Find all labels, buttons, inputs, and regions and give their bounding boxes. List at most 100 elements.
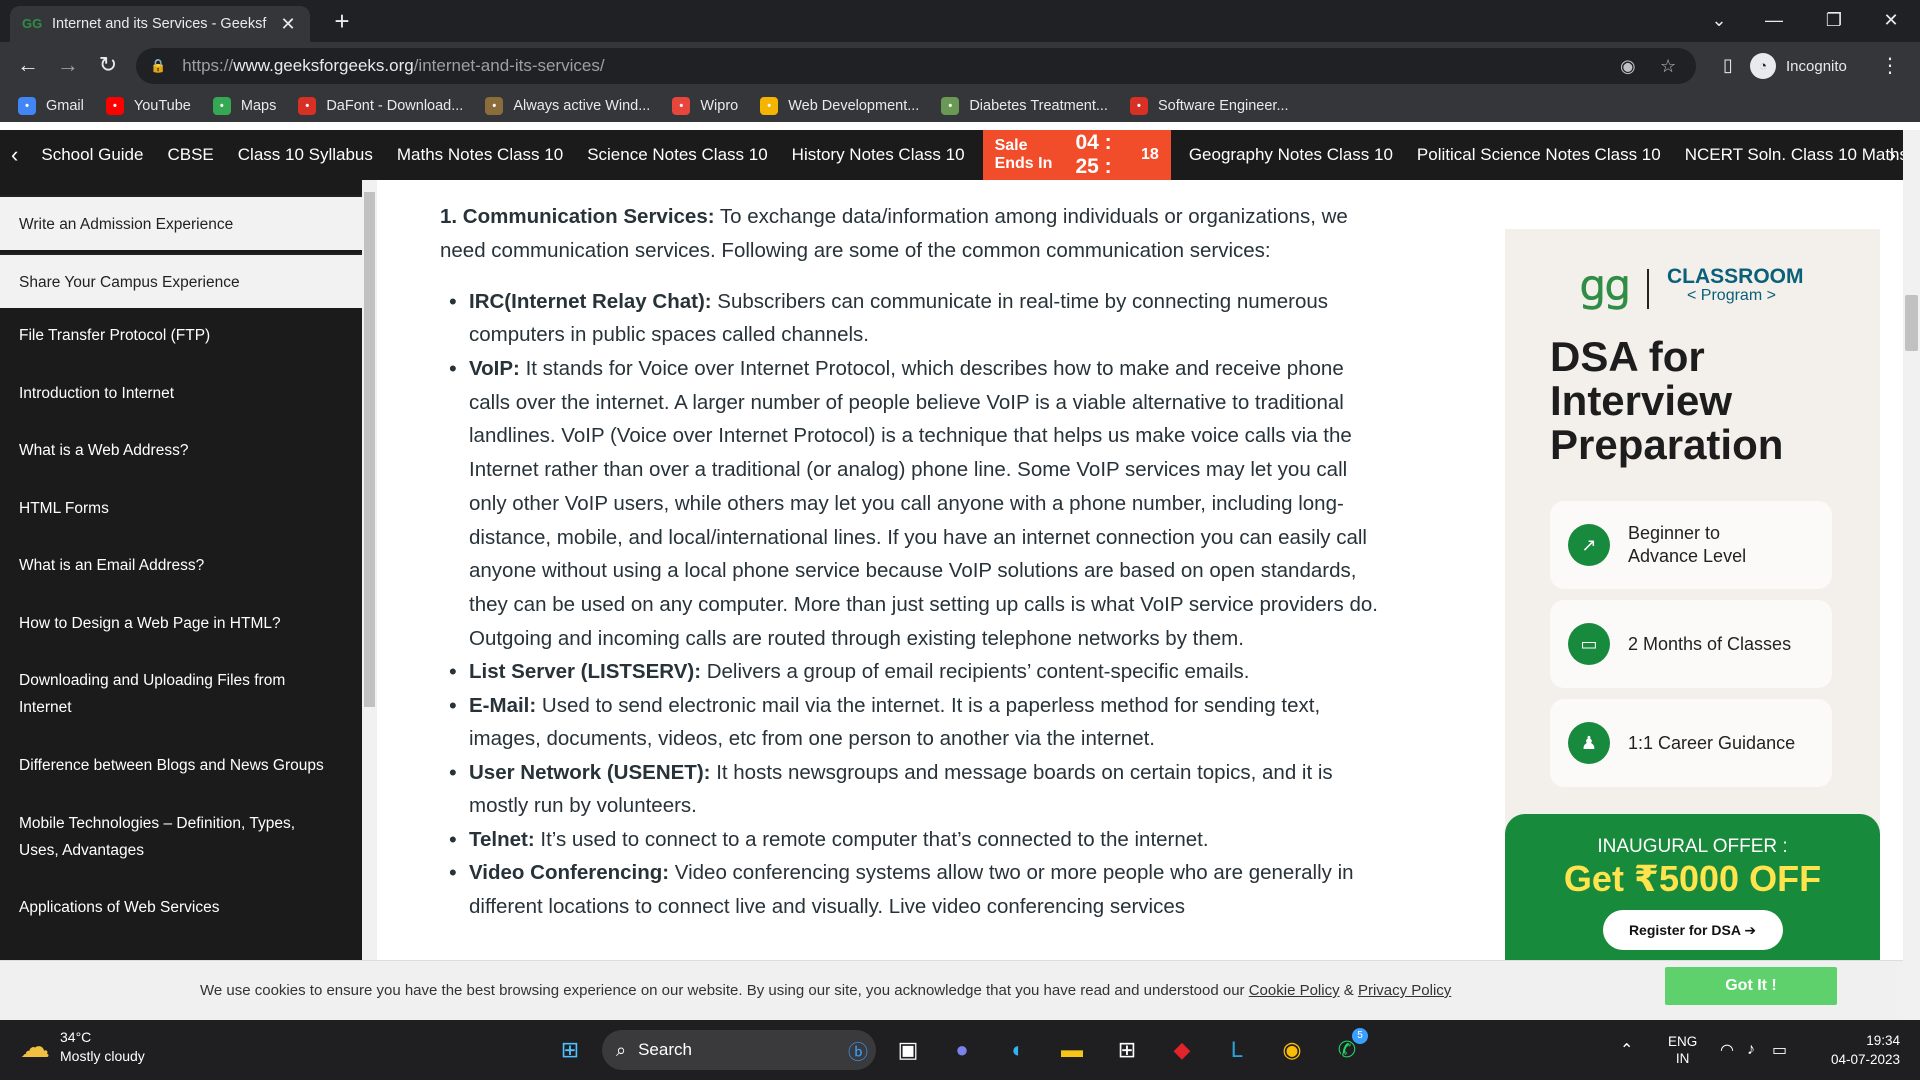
weather-condition: Mostly cloudy (60, 1048, 145, 1064)
cloud-sun-icon: ☁ (20, 1030, 50, 1064)
task-view-icon[interactable]: ▣ (888, 1030, 928, 1070)
bookmark-item[interactable]: • DaFont - Download... (298, 97, 463, 115)
forward-icon[interactable]: → (52, 50, 84, 82)
sidebar-item[interactable]: Applications of Web Services (0, 894, 362, 921)
wifi-icon[interactable]: ◠ (1720, 1020, 1734, 1080)
sidebar-item[interactable]: Introduction to Internet (0, 380, 362, 407)
list-item: VoIP: It stands for Voice over Internet … (449, 352, 1389, 655)
restore-button[interactable]: ❐ (1805, 0, 1863, 42)
bookmarks-bar: • Gmail • YouTube • Maps • DaFont - Download...… (0, 90, 1920, 122)
subnav-item[interactable]: Maths Notes Class 10 (385, 145, 575, 165)
got-it-button[interactable]: Got It ! (1665, 967, 1837, 1005)
subnav-item[interactable]: Science Notes Class 10 (575, 145, 779, 165)
dsa-course-ad[interactable]: ꞬꞬ CLASSROOM < Program > DSA for Intervi… (1505, 229, 1880, 960)
bookmark-item[interactable]: • Gmail (18, 97, 84, 115)
chrome-icon[interactable]: ◉ (1272, 1030, 1312, 1070)
sale-label: Sale Ends In (994, 137, 1053, 172)
ad-offer-amount: Get ₹5000 OFF (1563, 858, 1822, 899)
chevron-right-icon[interactable]: › (1889, 130, 1896, 180)
bookmark-item[interactable]: • Wipro (672, 97, 738, 115)
ad-title: DSA for Interview Preparation (1550, 333, 1784, 468)
bookmark-item[interactable]: • Maps (212, 97, 276, 115)
tracking-blocked-icon[interactable]: ◉ (1620, 48, 1636, 84)
clock[interactable]: 19:34 04-07-2023 (1816, 1020, 1900, 1080)
subnav-item[interactable]: Class 10 Syllabus (226, 145, 385, 165)
google-icon: • (18, 97, 36, 115)
page-scrollbar[interactable] (1903, 130, 1920, 1020)
subnav-item[interactable]: Geography Notes Class 10 (1177, 145, 1405, 165)
cookie-policy-link[interactable]: Cookie Policy (1249, 982, 1340, 999)
windows-start-icon[interactable]: ⊞ (550, 1030, 590, 1070)
address-bar[interactable]: 🔒 https://www.geeksforgeeks.org/internet… (136, 48, 1696, 84)
mcafee-icon[interactable]: ◆ (1162, 1030, 1202, 1070)
incognito-indicator[interactable]: ◔ Incognito (1750, 50, 1847, 82)
browser-menu-icon[interactable]: ⋮ (1880, 50, 1900, 82)
close-window-button[interactable]: ✕ (1862, 0, 1920, 42)
microsoft-store-icon[interactable]: ⊞ (1107, 1030, 1147, 1070)
reload-icon[interactable]: ↻ (92, 50, 124, 82)
sidebar-item[interactable]: Write an Admission Experience (0, 195, 362, 250)
bookmark-item[interactable]: • Software Engineer... (1129, 97, 1289, 115)
dafont-icon: • (298, 97, 317, 115)
sidebar-item[interactable]: Difference between Blogs and News Groups (0, 752, 362, 779)
battery-icon[interactable]: ▭ (1772, 1020, 1787, 1080)
sidebar-item[interactable]: File Transfer Protocol (FTP) (0, 322, 362, 349)
bookmark-star-icon[interactable]: ☆ (1660, 48, 1676, 84)
tab-search-icon[interactable]: ⌄ (1690, 0, 1748, 42)
site-subnav: ‹ School Guide CBSE Class 10 Syllabus Ma… (0, 130, 1920, 180)
bookmark-item[interactable]: • Always active Wind... (485, 97, 650, 115)
list-item: User Network (USENET): It hosts newsgrou… (449, 756, 1389, 823)
sidebar-scrollbar-thumb[interactable] (364, 192, 375, 707)
back-icon[interactable]: ← (12, 50, 44, 82)
sale-seconds: 18 (1141, 146, 1159, 163)
mentor-icon: ♟ (1568, 722, 1610, 764)
l-app-icon[interactable]: L (1217, 1030, 1257, 1070)
sale-timer: 04 : 25 : (1075, 131, 1112, 178)
sidebar-item[interactable]: Mobile Technologies – Definition, Types,… (0, 810, 330, 864)
ad-offer-label: INAUGURAL OFFER : (1597, 836, 1788, 857)
side-panel-icon[interactable]: ▯ (1712, 50, 1744, 82)
taskbar-search[interactable]: ⌕ Search ⓑ (602, 1030, 876, 1070)
sidebar-item[interactable]: What is a Web Address? (0, 437, 362, 464)
page-scrollbar-thumb[interactable] (1905, 295, 1918, 351)
gfg-logo-icon: ꞬꞬ (1580, 271, 1631, 309)
sale-countdown-banner[interactable]: Sale Ends In 04 : 25 : 18 (982, 130, 1171, 180)
language-indicator[interactable]: ENG IN (1668, 1020, 1697, 1080)
webdev-icon: • (760, 97, 779, 115)
sidebar-item[interactable]: Share Your Campus Experience (0, 253, 362, 308)
close-tab-icon[interactable]: ✕ (278, 14, 298, 35)
sidebar-item[interactable]: How to Design a Web Page in HTML? (0, 610, 362, 637)
subnav-item[interactable]: History Notes Class 10 (780, 145, 977, 165)
browser-tab[interactable]: GG Internet and its Services - Geeksf ✕ (10, 6, 310, 42)
ad-classroom-label: CLASSROOM (1667, 265, 1804, 288)
file-explorer-icon[interactable]: ▬ (1052, 1030, 1092, 1070)
list-item: E-Mail: Used to send electronic mail via… (449, 689, 1389, 756)
register-dsa-button[interactable]: Register for DSA ➔ (1602, 910, 1783, 950)
new-tab-button[interactable]: + (326, 6, 358, 38)
chevron-left-icon[interactable]: ‹ (0, 142, 29, 168)
list-item: List Server (LISTSERV): Delivers a group… (449, 655, 1389, 689)
teams-chat-icon[interactable]: ● (942, 1030, 982, 1070)
cookie-text: We use cookies to ensure you have the be… (200, 982, 1452, 999)
sidebar-item[interactable]: What is an Email Address? (0, 552, 362, 579)
minimize-button[interactable]: — (1745, 0, 1803, 42)
volume-icon[interactable]: ♪ (1747, 1020, 1755, 1080)
subnav-item[interactable]: CBSE (155, 145, 225, 165)
wipro-icon: • (672, 97, 691, 115)
list-item: Telnet: It’s used to connect to a remote… (449, 823, 1389, 857)
subnav-item[interactable]: NCERT Soln. Class 10 Maths (1673, 145, 1920, 165)
sidebar-item[interactable]: HTML Forms (0, 495, 362, 522)
bookmark-item[interactable]: • Diabetes Treatment... (941, 97, 1108, 115)
subnav-item[interactable]: School Guide (29, 145, 155, 165)
sidebar: Write an Admission Experience Share Your… (0, 180, 362, 960)
bookmark-item[interactable]: • Web Development... (760, 97, 919, 115)
sidebar-item[interactable]: Downloading and Uploading Files from Int… (0, 667, 330, 721)
subnav-item[interactable]: Political Science Notes Class 10 (1405, 145, 1673, 165)
weather-widget[interactable]: ☁ 34°C Mostly cloudy (20, 1028, 145, 1066)
privacy-policy-link[interactable]: Privacy Policy (1358, 982, 1451, 999)
windows-taskbar: ☁ 34°C Mostly cloudy ⊞ ⌕ Search ⓑ ▣ ● ◐ … (0, 1020, 1920, 1080)
bookmark-item[interactable]: • YouTube (105, 97, 191, 115)
lock-icon[interactable]: 🔒 (150, 58, 166, 74)
edge-icon[interactable]: ◐ (998, 1030, 1038, 1070)
chevron-up-icon[interactable]: ⌃ (1620, 1020, 1633, 1080)
